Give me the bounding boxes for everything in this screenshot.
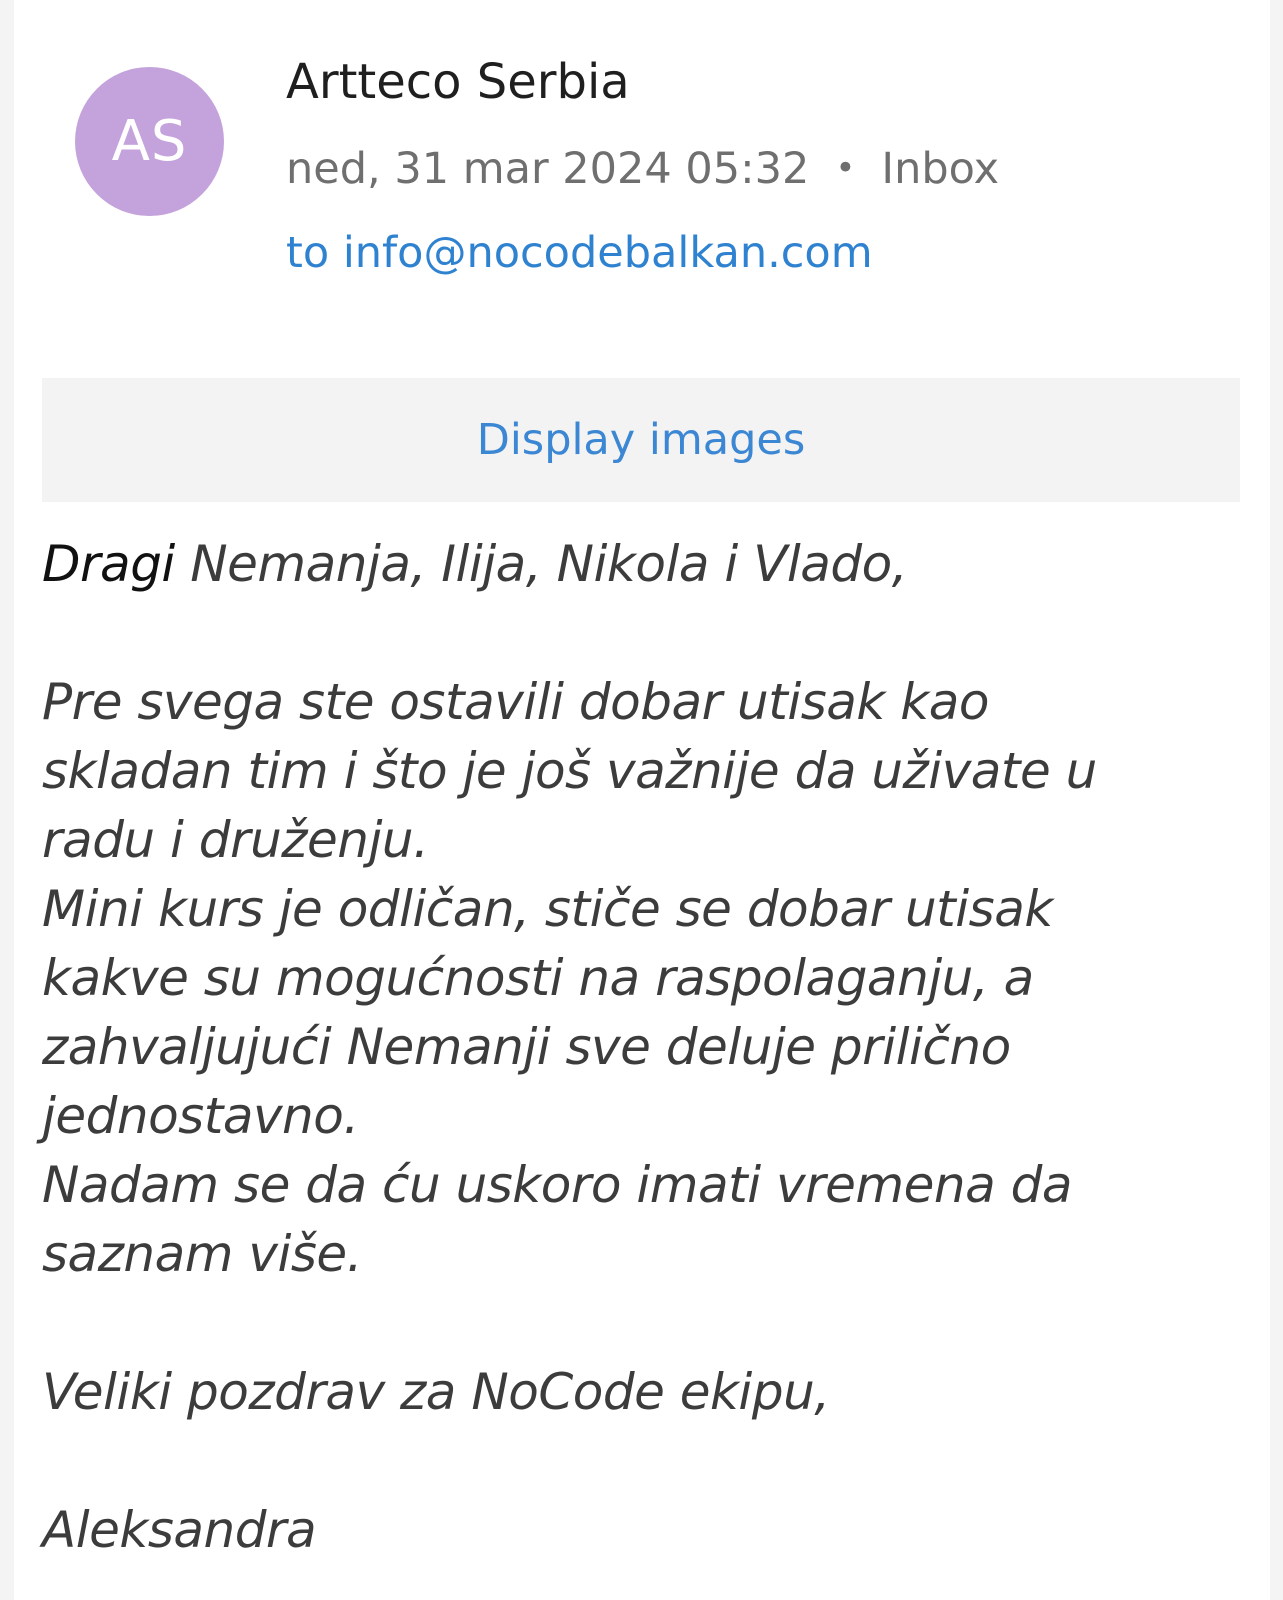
separator-dot: • [835,147,856,188]
body-line: radu i druženju. [42,811,429,869]
body-line: Mini kurs je odličan, stiče se dobar uti… [42,880,1053,938]
body-line: saznam više. [42,1225,363,1283]
avatar-initials: AS [111,109,188,174]
body-line: jednostavno. [42,1087,359,1145]
display-images-button[interactable]: Display images [42,378,1240,502]
recipient-link[interactable]: to info@nocodebalkan.com [286,228,873,278]
folder-label: Inbox [881,144,1000,194]
message-body: Dragi Nemanja, Ilija, Nikola i Vlado, Pr… [42,530,1242,1565]
body-line: Pre svega ste ostavili dobar utisak kao [42,673,989,731]
body-line: skladan tim i što je još važnije da uživ… [42,742,1097,800]
display-images-label: Display images [476,415,806,465]
body-line: kakve su mogućnosti na raspolaganju, a [42,949,1034,1007]
greeting-names: Nemanja, Ilija, Nikola i Vlado, [190,535,908,593]
body-line: Nadam se da ću uskoro imati vremena da [42,1156,1073,1214]
avatar[interactable]: AS [75,67,224,216]
signature: Aleksandra [42,1501,317,1559]
message-date: ned, 31 mar 2024 05:32 [286,144,810,194]
sender-name[interactable]: Artteco Serbia [286,54,630,110]
greeting-line: Dragi Nemanja, Ilija, Nikola i Vlado, [42,530,1242,599]
message-meta: ned, 31 mar 2024 05:32 • Inbox [286,144,999,194]
greeting-word: Dragi [42,535,175,593]
body-line: zahvaljujući Nemanji sve deluje prilično [42,1018,1011,1076]
email-view: AS Artteco Serbia ned, 31 mar 2024 05:32… [14,0,1270,1600]
closing-line: Veliki pozdrav za NoCode ekipu, [42,1363,830,1421]
